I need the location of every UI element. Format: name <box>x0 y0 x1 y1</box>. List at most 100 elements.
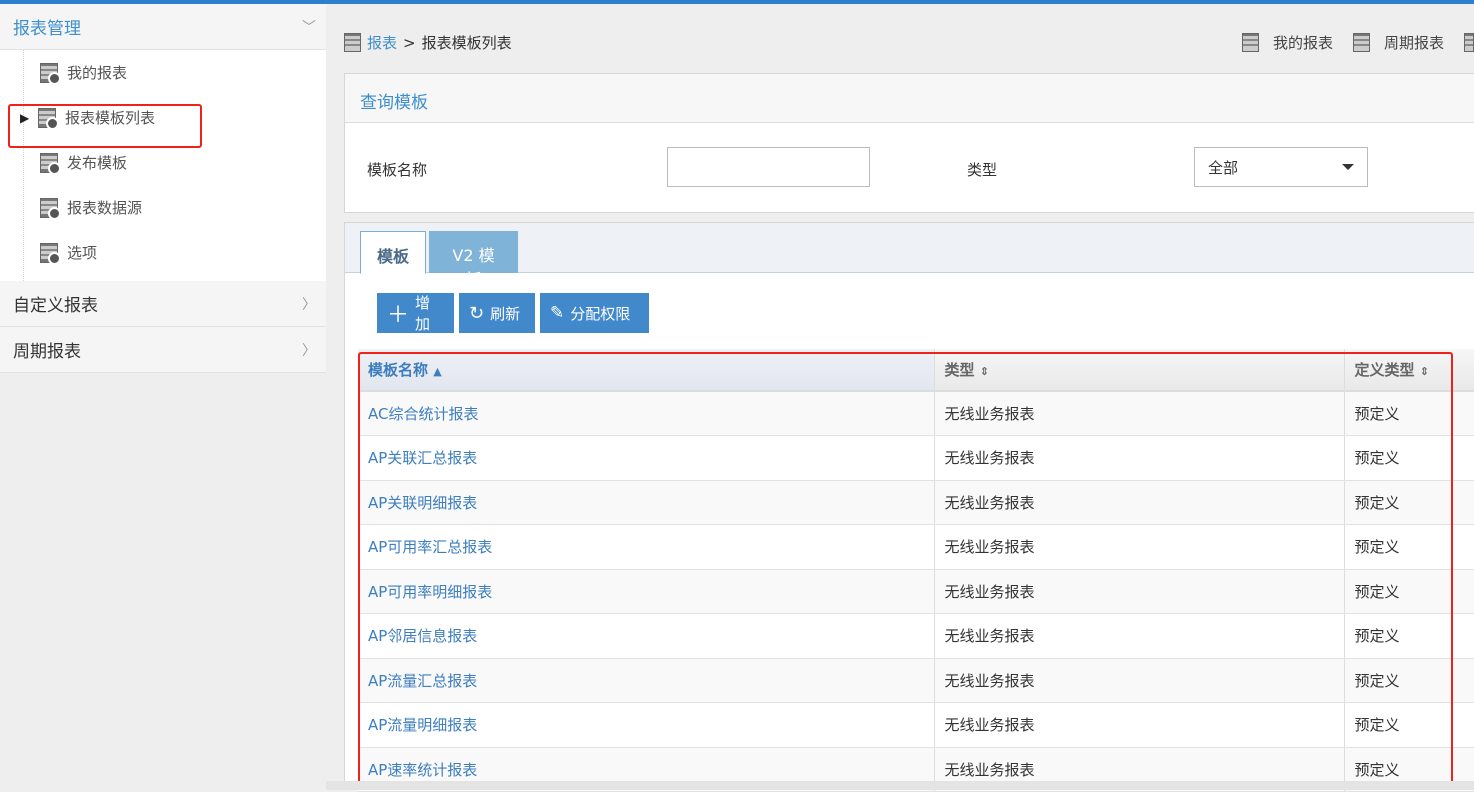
sidebar-item-label: 报表数据源 <box>67 199 143 217</box>
assign-permission-button[interactable]: ✎ 分配权限 <box>540 293 649 333</box>
options-gear-icon <box>40 242 61 265</box>
template-table: 模板名称 ▲ 类型 ⇕ 定义类型 ⇕ AC综合统计报表 无线业务报表 预定义 AP关联… <box>358 349 1474 792</box>
sort-asc-icon: ▲ <box>433 365 442 378</box>
add-button-label: 增加 <box>415 294 431 333</box>
table-row[interactable]: AP关联明细报表 无线业务报表 预定义 <box>358 480 1474 525</box>
breadcrumb-current: 报表模板列表 <box>421 34 512 52</box>
sidebar-item-label: 选项 <box>67 244 98 262</box>
column-header-type[interactable]: 类型 ⇕ <box>934 349 1345 392</box>
template-name-link[interactable]: AP邻居信息报表 <box>358 613 935 659</box>
template-name-link[interactable]: AP流量汇总报表 <box>358 658 935 703</box>
refresh-icon: ↻ <box>469 302 485 324</box>
sidebar-group-report-management[interactable]: 报表管理 ﹀ <box>0 4 326 50</box>
tab-bar: 模板 V2 模板 <box>345 223 1474 289</box>
template-tabs-panel: 模板 V2 模板 ＋增加 ↻ 刷新 ✎ 分配权限 模板名称 ▲ 类型 ⇕ 定义类型 … <box>344 222 1474 792</box>
assign-button-label: 分配权限 <box>570 304 631 323</box>
table-row[interactable]: AP关联汇总报表 无线业务报表 预定义 <box>358 435 1474 481</box>
query-panel: 查询模板 模板名称 类型 全部 <box>344 73 1474 213</box>
type-cell: 无线业务报表 <box>934 702 1345 748</box>
plus-icon: ＋ <box>387 303 410 328</box>
breadcrumb-link-reports[interactable]: 报表 <box>367 32 397 53</box>
type-cell: 无线业务报表 <box>934 569 1345 614</box>
tab-v2-template[interactable]: V2 模板 <box>429 231 518 289</box>
template-name-link[interactable]: AP可用率汇总报表 <box>358 524 935 570</box>
definition-type-cell: 预定义 <box>1344 435 1474 481</box>
header-label: 类型 <box>944 361 975 379</box>
sidebar-group-custom-reports[interactable]: 自定义报表 〉 <box>0 281 326 327</box>
definition-type-cell: 预定义 <box>1344 613 1474 659</box>
edit-icon: ✎ <box>550 303 565 323</box>
breadcrumb-separator: > <box>403 33 416 52</box>
sidebar-item-data-source[interactable]: 报表数据源 <box>0 185 326 230</box>
link-label: 我的报表 <box>1272 34 1333 52</box>
link-my-reports[interactable]: 我的报表 <box>1241 32 1333 53</box>
link-label: 周期报表 <box>1383 34 1444 52</box>
type-select-value: 全部 <box>1208 158 1239 177</box>
report-icon <box>344 33 361 52</box>
sidebar-item-my-reports[interactable]: 我的报表 <box>0 50 326 95</box>
type-cell: 无线业务报表 <box>934 658 1345 703</box>
sidebar-group-periodic-reports[interactable]: 周期报表 〉 <box>0 327 326 373</box>
type-cell: 无线业务报表 <box>934 391 1345 436</box>
definition-type-cell: 预定义 <box>1344 480 1474 525</box>
add-button[interactable]: ＋增加 <box>377 293 454 333</box>
table-row[interactable]: AP流量汇总报表 无线业务报表 预定义 <box>358 658 1474 703</box>
link-periodic-reports[interactable]: 周期报表 <box>1352 32 1444 53</box>
template-name-label: 模板名称 <box>367 161 428 179</box>
table-row[interactable]: AP流量明细报表 无线业务报表 预定义 <box>358 702 1474 748</box>
sidebar-group-label: 自定义报表 <box>13 296 98 316</box>
definition-type-cell: 预定义 <box>1344 658 1474 703</box>
refresh-button[interactable]: ↻ 刷新 <box>459 293 535 333</box>
breadcrumb: 报表 > 报表模板列表 <box>344 32 512 53</box>
report-icon[interactable] <box>1464 33 1474 52</box>
template-name-link[interactable]: AC综合统计报表 <box>358 391 935 436</box>
sort-icon: ⇕ <box>979 365 989 378</box>
sidebar-item-label: 发布模板 <box>67 154 128 172</box>
definition-type-cell: 预定义 <box>1344 702 1474 748</box>
main-content: 报表 > 报表模板列表 我的报表 周期报表 查询模板 模板名称 类型 全部 模板… <box>326 4 1474 792</box>
column-header-name[interactable]: 模板名称 ▲ <box>358 349 935 392</box>
type-select[interactable]: 全部 <box>1194 147 1368 187</box>
table-row[interactable]: AC综合统计报表 无线业务报表 预定义 <box>358 391 1474 436</box>
type-cell: 无线业务报表 <box>934 435 1345 481</box>
horizontal-scrollbar[interactable] <box>326 781 1474 790</box>
wrench-report-icon <box>1352 33 1370 52</box>
chevron-right-icon: 〉 <box>302 342 316 359</box>
caret-down-icon <box>1342 164 1354 170</box>
definition-type-cell: 预定义 <box>1344 524 1474 570</box>
definition-type-cell: 预定义 <box>1344 391 1474 436</box>
type-cell: 无线业务报表 <box>934 480 1345 525</box>
column-header-definition-type[interactable]: 定义类型 ⇕ <box>1344 349 1474 392</box>
template-name-input[interactable] <box>667 147 870 187</box>
header-label: 模板名称 <box>368 361 429 379</box>
sidebar-group-label: 报表管理 <box>13 19 81 39</box>
sort-icon: ⇕ <box>1419 365 1429 378</box>
header-label: 定义类型 <box>1354 361 1415 379</box>
template-name-link[interactable]: AP关联汇总报表 <box>358 435 935 481</box>
template-name-link[interactable]: AP可用率明细报表 <box>358 569 935 614</box>
chevron-down-icon: ﹀ <box>302 19 316 36</box>
sidebar-item-options[interactable]: 选项 <box>0 230 326 275</box>
datasource-gear-icon <box>40 197 61 220</box>
report-icon <box>40 62 61 85</box>
definition-type-cell: 预定义 <box>1344 569 1474 614</box>
type-cell: 无线业务报表 <box>934 524 1345 570</box>
table-row[interactable]: AP可用率汇总报表 无线业务报表 预定义 <box>358 524 1474 570</box>
refresh-button-label: 刷新 <box>490 304 521 323</box>
query-panel-title: 查询模板 <box>345 74 1474 123</box>
sidebar-group-label: 周期报表 <box>13 342 81 362</box>
publish-icon <box>40 152 61 175</box>
tab-template[interactable]: 模板 <box>360 231 427 274</box>
top-links: 我的报表 周期报表 <box>1241 32 1474 53</box>
type-label: 类型 <box>967 161 998 179</box>
table-row[interactable]: AP可用率明细报表 无线业务报表 预定义 <box>358 569 1474 614</box>
report-icon <box>1241 33 1259 52</box>
template-name-link[interactable]: AP流量明细报表 <box>358 702 935 748</box>
sidebar-submenu: 我的报表 ▶ 报表模板列表 发布模板 报表数据源 选项 <box>0 50 326 281</box>
type-cell: 无线业务报表 <box>934 613 1345 659</box>
table-row[interactable]: AP邻居信息报表 无线业务报表 预定义 <box>358 613 1474 659</box>
template-name-link[interactable]: AP关联明细报表 <box>358 480 935 525</box>
highlight-box <box>8 104 202 148</box>
sidebar-item-label: 我的报表 <box>67 64 128 82</box>
chevron-right-icon: 〉 <box>302 296 316 313</box>
